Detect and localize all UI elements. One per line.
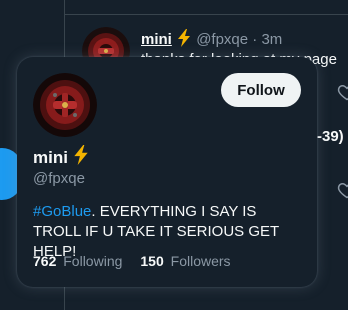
background-tweet-handle[interactable]: @fpxqe [196,31,248,48]
following-stat[interactable]: 762 Following [33,253,122,269]
display-name-text[interactable]: mini [33,148,68,168]
follow-button[interactable]: Follow [221,73,301,107]
bio-hashtag-link[interactable]: #GoBlue [33,203,91,220]
followers-stat[interactable]: 150 Followers [140,253,230,269]
followers-label: Followers [170,253,231,269]
background-tweet-header: mini @fpxqe · 3m [141,29,282,51]
followers-count: 150 [140,253,164,269]
profile-handle[interactable]: @fpxqe [33,170,85,187]
profile-hover-card: Follow mini @fpxqe #GoBlue. EVERYTHING I… [17,57,317,287]
like-icon[interactable] [337,82,348,107]
profile-display-name[interactable]: mini [33,145,90,170]
lightning-bolt-icon [72,145,90,170]
profile-stats: 762 Following 150 Followers [33,253,231,269]
like-icon[interactable] [337,180,348,205]
background-text-snippet: -39) [317,128,344,145]
profile-avatar[interactable] [33,73,97,137]
separator-dot: · [252,30,258,48]
background-tweet-name[interactable]: mini [141,31,172,48]
lightning-bolt-icon [176,29,192,51]
following-count: 762 [33,253,57,269]
following-label: Following [63,253,123,269]
viewport: mini @fpxqe · 3m thanks for looking at m… [0,0,348,310]
background-tweet-time[interactable]: 3m [261,31,282,48]
